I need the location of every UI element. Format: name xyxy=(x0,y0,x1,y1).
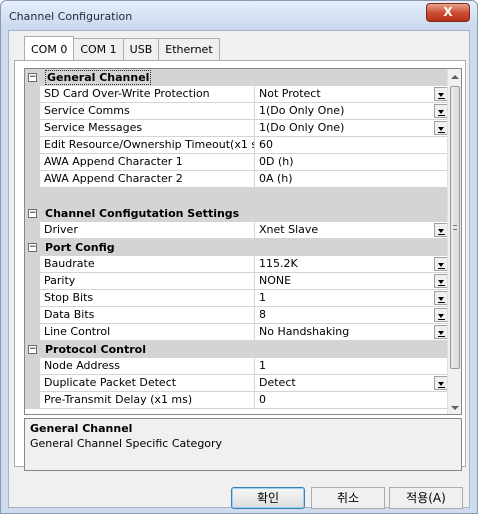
property-row[interactable]: Data Bits 8 xyxy=(25,307,449,324)
category-protocol-control[interactable]: − Protocol Control xyxy=(25,341,449,358)
category-label: Protocol Control xyxy=(45,343,147,356)
category-general-channel[interactable]: − General Channel xyxy=(25,69,449,86)
collapse-icon[interactable]: − xyxy=(28,73,37,82)
dropdown-arrow-icon[interactable] xyxy=(434,104,448,118)
category-label: General Channel xyxy=(45,70,152,85)
property-name: Parity xyxy=(40,273,255,290)
property-grid[interactable]: − General Channel SD Card Over-Write Pro… xyxy=(24,68,462,415)
tab-strip: COM 0 COM 1 USB Ethernet xyxy=(24,36,220,61)
property-name: Node Address xyxy=(40,358,255,375)
property-name: Service Comms xyxy=(40,103,255,120)
property-name: Edit Resource/Ownership Timeout(x1 sec) xyxy=(40,137,255,154)
dropdown-arrow-icon[interactable] xyxy=(434,274,448,288)
property-name: Pre-Transmit Delay (x1 ms) xyxy=(40,392,255,409)
property-name: Service Messages xyxy=(40,120,255,137)
property-value[interactable]: 1(Do Only One) xyxy=(255,103,449,120)
category-channel-settings[interactable]: − Channel Configutation Settings xyxy=(25,205,449,222)
grip-icon xyxy=(453,225,457,230)
scroll-up-icon[interactable] xyxy=(451,75,459,79)
property-row[interactable]: Service Messages 1(Do Only One) xyxy=(25,120,449,137)
property-value[interactable]: 1 xyxy=(255,358,449,375)
property-value[interactable]: 115.2K xyxy=(255,256,449,273)
property-name: Data Bits xyxy=(40,307,255,324)
property-row[interactable]: AWA Append Character 1 0D (h) xyxy=(25,154,449,171)
property-name: Baudrate xyxy=(40,256,255,273)
apply-button[interactable]: 적용(A) xyxy=(389,487,463,509)
property-name: Driver xyxy=(40,222,255,239)
property-row[interactable]: Line Control No Handshaking xyxy=(25,324,449,341)
property-row[interactable]: Driver Xnet Slave xyxy=(25,222,449,239)
property-value[interactable]: Xnet Slave xyxy=(255,222,449,239)
property-row[interactable]: Service Comms 1(Do Only One) xyxy=(25,103,449,120)
category-label: Channel Configutation Settings xyxy=(45,207,240,220)
property-value[interactable]: 1 xyxy=(255,290,449,307)
scroll-down-icon[interactable] xyxy=(451,406,459,410)
dropdown-arrow-icon[interactable] xyxy=(434,376,448,390)
dropdown-arrow-icon[interactable] xyxy=(434,291,448,305)
category-port-config[interactable]: − Port Config xyxy=(25,239,449,256)
dialog-client-area: COM 0 COM 1 USB Ethernet − General Chann… xyxy=(8,30,470,509)
property-value[interactable]: 8 xyxy=(255,307,449,324)
property-row[interactable]: Parity NONE xyxy=(25,273,449,290)
property-row[interactable]: Baudrate 115.2K xyxy=(25,256,449,273)
dropdown-arrow-icon[interactable] xyxy=(434,308,448,322)
collapse-icon[interactable]: − xyxy=(28,209,37,218)
property-name: SD Card Over-Write Protection xyxy=(40,86,255,103)
property-row[interactable]: Duplicate Packet Detect Detect xyxy=(25,375,449,392)
description-text: General Channel Specific Category xyxy=(30,437,223,450)
description-panel: General Channel General Channel Specific… xyxy=(24,418,462,471)
property-value[interactable]: NONE xyxy=(255,273,449,290)
property-row[interactable]: SD Card Over-Write Protection Not Protec… xyxy=(25,86,449,103)
title-bar[interactable]: Channel Configuration X xyxy=(1,1,477,31)
property-value[interactable]: No Handshaking xyxy=(255,324,449,341)
property-grid-rows: − General Channel SD Card Over-Write Pro… xyxy=(25,69,449,414)
property-value[interactable]: Detect xyxy=(255,375,449,392)
property-name: Line Control xyxy=(40,324,255,341)
tab-com1[interactable]: COM 1 xyxy=(73,38,124,60)
property-name: Stop Bits xyxy=(40,290,255,307)
ok-button[interactable]: 확인 xyxy=(231,487,305,509)
property-row[interactable]: Stop Bits 1 xyxy=(25,290,449,307)
dropdown-arrow-icon[interactable] xyxy=(434,121,448,135)
description-title: General Channel xyxy=(30,422,133,435)
dropdown-arrow-icon[interactable] xyxy=(434,223,448,237)
dropdown-arrow-icon[interactable] xyxy=(434,257,448,271)
property-row[interactable]: Pre-Transmit Delay (x1 ms) 0 xyxy=(25,392,449,409)
property-row[interactable]: Edit Resource/Ownership Timeout(x1 sec) … xyxy=(25,137,449,154)
property-name: Duplicate Packet Detect xyxy=(40,375,255,392)
dropdown-arrow-icon[interactable] xyxy=(434,325,448,339)
close-button[interactable]: X xyxy=(426,3,470,22)
dialog-window: Channel Configuration X COM 0 COM 1 USB … xyxy=(0,0,478,514)
property-value[interactable]: 60 xyxy=(255,137,449,154)
property-value[interactable]: Not Protect xyxy=(255,86,449,103)
property-name: AWA Append Character 1 xyxy=(40,154,255,171)
cancel-button[interactable]: 취소 xyxy=(311,487,385,509)
property-name: AWA Append Character 2 xyxy=(40,171,255,188)
property-row[interactable]: AWA Append Character 2 0A (h) xyxy=(25,171,449,188)
window-title: Channel Configuration xyxy=(9,10,133,23)
scroll-thumb[interactable] xyxy=(450,86,460,369)
property-value[interactable]: 0 xyxy=(255,392,449,409)
spacer-row xyxy=(25,188,449,205)
property-value[interactable]: 1(Do Only One) xyxy=(255,120,449,137)
vertical-scrollbar[interactable] xyxy=(447,69,461,414)
tab-usb[interactable]: USB xyxy=(122,38,160,60)
property-row[interactable]: Node Address 1 xyxy=(25,358,449,375)
collapse-icon[interactable]: − xyxy=(28,243,37,252)
property-value[interactable]: 0A (h) xyxy=(255,171,449,188)
category-label: Port Config xyxy=(45,241,115,254)
tab-com0[interactable]: COM 0 xyxy=(24,36,75,61)
collapse-icon[interactable]: − xyxy=(28,345,37,354)
tab-ethernet[interactable]: Ethernet xyxy=(158,38,220,60)
property-value[interactable]: 0D (h) xyxy=(255,154,449,171)
dropdown-arrow-icon[interactable] xyxy=(434,87,448,101)
